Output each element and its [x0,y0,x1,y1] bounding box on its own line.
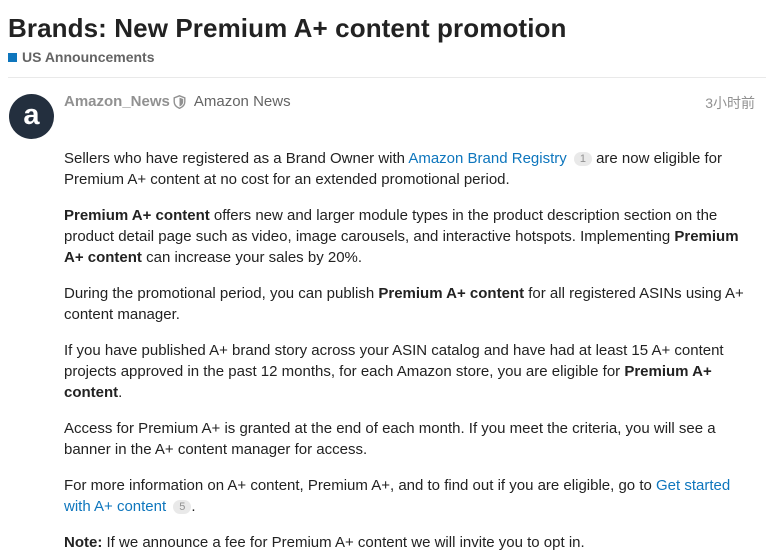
avatar-letter: a [23,98,40,131]
text: . [118,384,123,401]
poster-info: Amazon_News Amazon News [64,93,291,110]
title-divider [8,77,766,78]
text: Access for Premium A+ is granted at the … [64,420,716,458]
avatar[interactable]: a [9,94,54,139]
text: During the promotional period, you can p… [64,285,379,302]
text: If we announce a fee for Premium A+ cont… [102,534,585,551]
paragraph-5: Access for Premium A+ is granted at the … [64,418,754,460]
paragraph-6: For more information on A+ content, Prem… [64,475,754,517]
text: can increase your sales by 20%. [141,249,363,266]
category-label: US Announcements [22,49,155,65]
category-color-swatch [8,52,17,62]
bold-text: Premium A+ content [378,285,525,302]
shield-icon [173,94,186,109]
paragraph-7: Note: If we announce a fee for Premium A… [64,532,754,553]
link-click-count: 5 [173,500,192,514]
full-name: Amazon News [193,93,291,110]
text: Sellers who have registered as a Brand O… [64,150,409,167]
paragraph-4: If you have published A+ brand story acr… [64,340,754,403]
post-timestamp[interactable]: 3小时前 [705,93,755,113]
post-body: Sellers who have registered as a Brand O… [64,148,754,560]
bold-text: Premium A+ content [64,207,210,224]
link-click-count: 1 [573,152,592,166]
text: For more information on A+ content, Prem… [64,477,656,494]
topic-page: Brands: New Premium A+ content promotion… [0,0,776,560]
paragraph-2: Premium A+ content offers new and larger… [64,205,754,268]
brand-registry-link[interactable]: Amazon Brand Registry [408,150,566,167]
topic-title[interactable]: Brands: New Premium A+ content promotion [8,12,566,44]
paragraph-3: During the promotional period, you can p… [64,283,754,325]
paragraph-1: Sellers who have registered as a Brand O… [64,148,754,190]
category-badge[interactable]: US Announcements [8,49,155,65]
text: . [191,498,196,515]
username-link[interactable]: Amazon_News [64,93,170,110]
bold-text: Note: [64,534,103,551]
